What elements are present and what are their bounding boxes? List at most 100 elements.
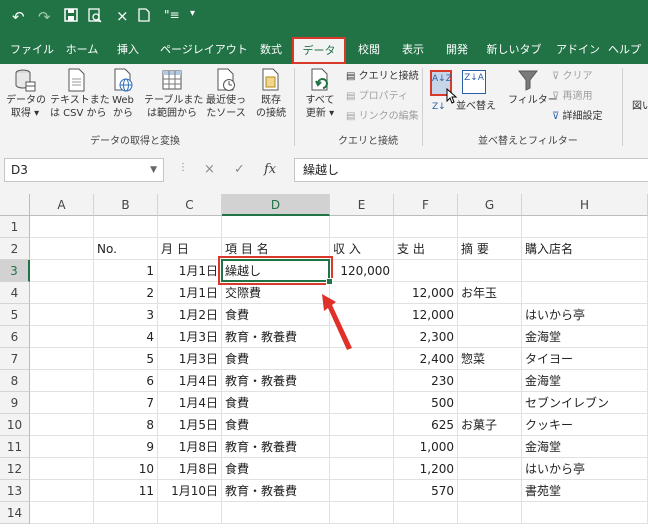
cell-f8[interactable]: 230	[394, 370, 458, 392]
cell-a8[interactable]	[30, 370, 94, 392]
cell-b8[interactable]: 6	[94, 370, 158, 392]
cancel-icon[interactable]: ×	[204, 162, 215, 177]
cell-e14[interactable]	[330, 502, 394, 524]
cell-f1[interactable]	[394, 216, 458, 238]
cell-f7[interactable]: 2,400	[394, 348, 458, 370]
cell-f4[interactable]: 12,000	[394, 282, 458, 304]
column-header-e[interactable]: E	[330, 194, 394, 216]
select-all-corner[interactable]	[0, 194, 30, 216]
tab-data[interactable]: データ	[292, 37, 346, 64]
cell-h11[interactable]: 金海堂	[522, 436, 648, 458]
cell-c3[interactable]: 1月1日	[158, 260, 222, 282]
sort-descending-button[interactable]: Z↓A	[462, 70, 486, 94]
cell-d8[interactable]: 教育・教養費	[222, 370, 330, 392]
cell-a1[interactable]	[30, 216, 94, 238]
cell-g5[interactable]	[458, 304, 522, 326]
cell-f14[interactable]	[394, 502, 458, 524]
cell-f10[interactable]: 625	[394, 414, 458, 436]
row-header-7[interactable]: 7	[0, 348, 30, 370]
cell-g13[interactable]	[458, 480, 522, 502]
cell-d11[interactable]: 教育・教養費	[222, 436, 330, 458]
cell-c4[interactable]: 1月1日	[158, 282, 222, 304]
cell-h9[interactable]: セブンイレブン	[522, 392, 648, 414]
cell-e1[interactable]	[330, 216, 394, 238]
properties-button[interactable]: ▤ プロパティ	[346, 90, 408, 104]
row-header-5[interactable]: 5	[0, 304, 30, 326]
cell-h4[interactable]	[522, 282, 648, 304]
row-header-8[interactable]: 8	[0, 370, 30, 392]
row-header-6[interactable]: 6	[0, 326, 30, 348]
cell-b2[interactable]: No.	[94, 238, 158, 260]
formula-input[interactable]: 繰越し	[294, 158, 648, 182]
redo-icon[interactable]: ↷	[38, 8, 51, 26]
tab-help[interactable]: ヘルプ	[608, 36, 648, 64]
cell-b9[interactable]: 7	[94, 392, 158, 414]
cell-c2[interactable]: 月 日	[158, 238, 222, 260]
cell-e11[interactable]	[330, 436, 394, 458]
cell-a4[interactable]	[30, 282, 94, 304]
filter-button[interactable]: フィルター	[508, 68, 558, 107]
cell-a12[interactable]	[30, 458, 94, 480]
cell-g6[interactable]	[458, 326, 522, 348]
queries-connections-button[interactable]: ▤ クエリと接続	[346, 70, 419, 84]
column-header-d[interactable]: D	[222, 194, 330, 216]
cell-a11[interactable]	[30, 436, 94, 458]
clear-filter-button[interactable]: ⊽ クリア	[552, 70, 593, 84]
cell-c13[interactable]: 1月10日	[158, 480, 222, 502]
row-header-1[interactable]: 1	[0, 216, 30, 238]
cell-a14[interactable]	[30, 502, 94, 524]
chevron-down-icon[interactable]: ▼	[150, 159, 157, 181]
tab-formulas[interactable]: 数式	[256, 36, 286, 64]
cell-a2[interactable]	[30, 238, 94, 260]
cell-d6[interactable]: 教育・教養費	[222, 326, 330, 348]
cell-a3[interactable]	[30, 260, 94, 282]
cell-g10[interactable]: お菓子	[458, 414, 522, 436]
column-header-a[interactable]: A	[30, 194, 94, 216]
cell-c8[interactable]: 1月4日	[158, 370, 222, 392]
insert-function-icon[interactable]: fx	[264, 162, 276, 177]
cell-d4[interactable]: 交際費	[222, 282, 330, 304]
new-document-icon[interactable]	[138, 8, 150, 26]
from-text-csv-button[interactable]: テキストまた は CSV から	[50, 68, 110, 120]
cell-e3[interactable]: 120,000	[330, 260, 394, 282]
cell-f6[interactable]: 2,300	[394, 326, 458, 348]
cell-a6[interactable]	[30, 326, 94, 348]
cell-a5[interactable]	[30, 304, 94, 326]
from-table-range-button[interactable]: テーブルまた は範囲から	[144, 68, 203, 120]
cell-h8[interactable]: 金海堂	[522, 370, 648, 392]
cell-a13[interactable]	[30, 480, 94, 502]
cell-h3[interactable]	[522, 260, 648, 282]
cell-b6[interactable]: 4	[94, 326, 158, 348]
tab-new[interactable]: 新しいタブ	[486, 36, 542, 64]
cell-g1[interactable]	[458, 216, 522, 238]
cell-d1[interactable]	[222, 216, 330, 238]
tab-file[interactable]: ファイル	[10, 36, 54, 64]
cell-c7[interactable]: 1月3日	[158, 348, 222, 370]
cell-h6[interactable]: 金海堂	[522, 326, 648, 348]
cell-d13[interactable]: 教育・教養費	[222, 480, 330, 502]
column-header-h[interactable]: H	[522, 194, 648, 216]
cell-g2[interactable]: 摘 要	[458, 238, 522, 260]
cell-c1[interactable]	[158, 216, 222, 238]
cell-b4[interactable]: 2	[94, 282, 158, 304]
cell-b13[interactable]: 11	[94, 480, 158, 502]
existing-connections-button[interactable]: 既存 の接続	[254, 68, 288, 120]
column-header-c[interactable]: C	[158, 194, 222, 216]
cell-h5[interactable]: はいから亭	[522, 304, 648, 326]
column-header-g[interactable]: G	[458, 194, 522, 216]
row-header-10[interactable]: 10	[0, 414, 30, 436]
cell-d7[interactable]: 食費	[222, 348, 330, 370]
cell-c10[interactable]: 1月5日	[158, 414, 222, 436]
fill-handle[interactable]	[326, 278, 333, 285]
row-header-14[interactable]: 14	[0, 502, 30, 524]
cell-g7[interactable]: 惣菜	[458, 348, 522, 370]
get-data-button[interactable]: データの 取得 ▾	[6, 68, 46, 120]
cell-g3[interactable]	[458, 260, 522, 282]
cell-h1[interactable]	[522, 216, 648, 238]
cell-c5[interactable]: 1月2日	[158, 304, 222, 326]
column-header-b[interactable]: B	[94, 194, 158, 216]
tab-view[interactable]: 表示	[398, 36, 428, 64]
row-header-12[interactable]: 12	[0, 458, 30, 480]
cell-g4[interactable]: お年玉	[458, 282, 522, 304]
cell-a9[interactable]	[30, 392, 94, 414]
